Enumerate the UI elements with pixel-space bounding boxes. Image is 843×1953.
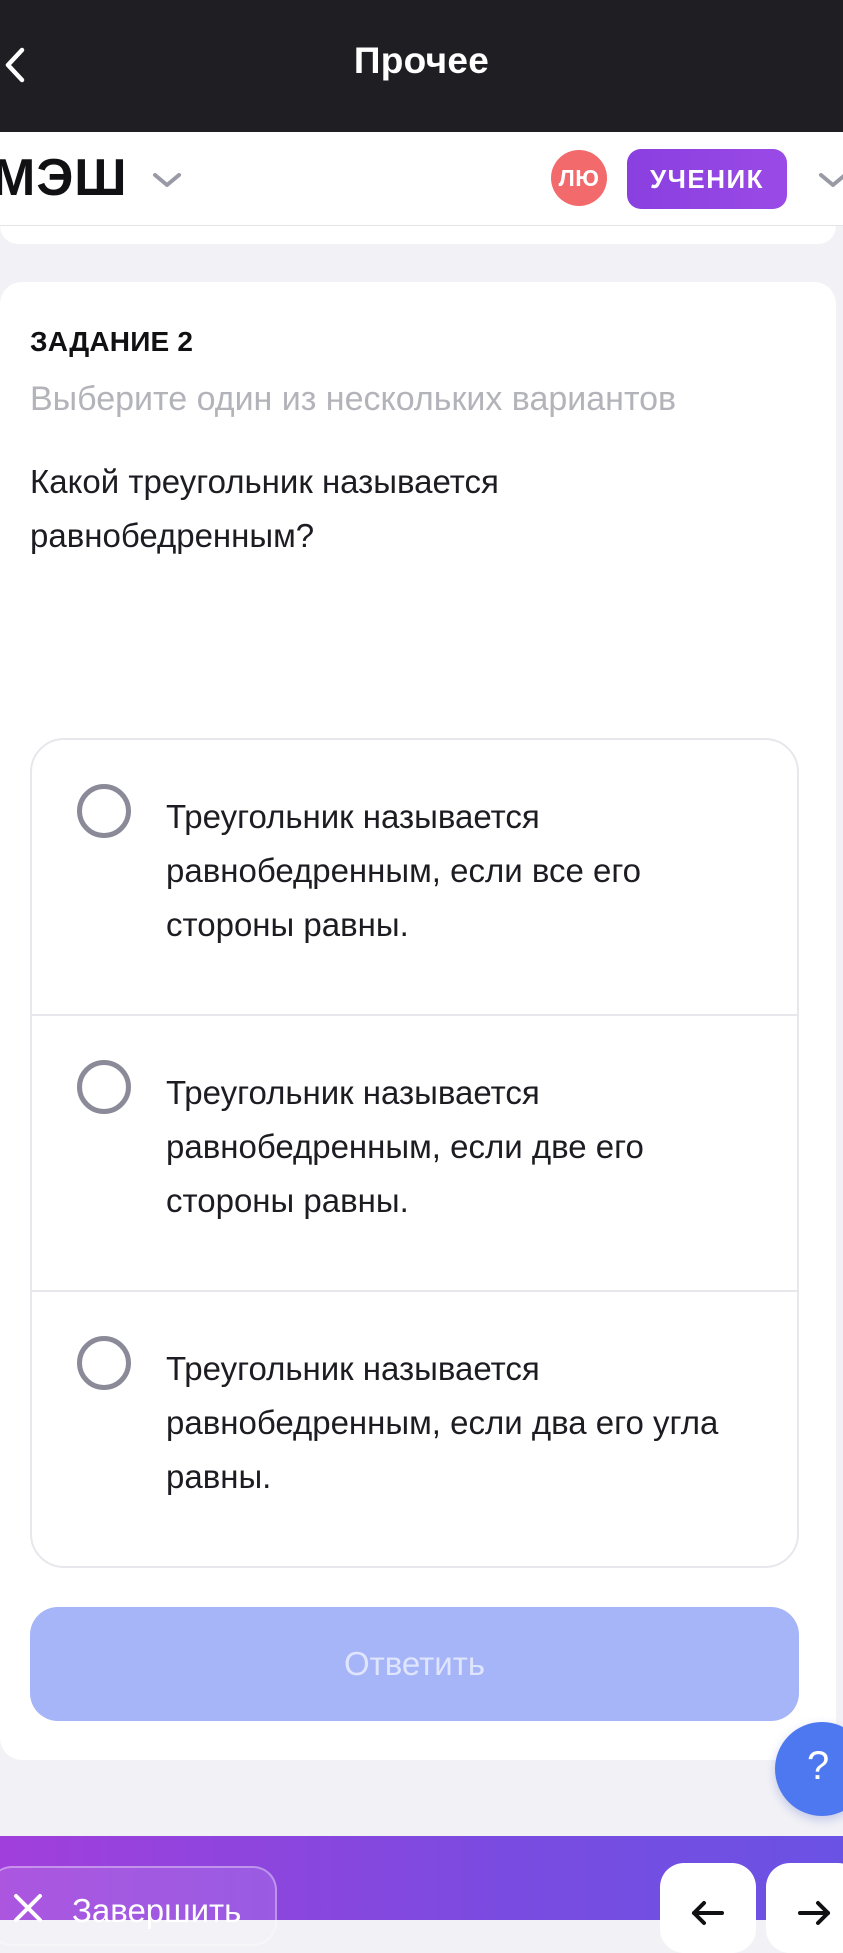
previous-card-edge — [0, 226, 836, 244]
answer-option-text: Треугольник называется равнобедренным, е… — [166, 1074, 644, 1219]
page-title: Прочее — [353, 40, 490, 81]
close-icon — [14, 1894, 42, 1922]
arrow-right-icon — [798, 1901, 830, 1925]
chevron-down-icon[interactable] — [816, 170, 843, 190]
radio-button[interactable] — [77, 1060, 131, 1114]
previous-task-button[interactable] — [660, 1863, 756, 1953]
arrow-left-icon — [692, 1901, 724, 1925]
chevron-down-icon[interactable] — [150, 170, 184, 190]
task-question: Какой треугольник называется равнобедрен… — [30, 463, 499, 554]
task-hint: Выберите один из нескольких вариантов — [30, 380, 677, 418]
answer-option-text: Треугольник называется равнобедренным, е… — [166, 1350, 719, 1495]
finish-button[interactable]: Завершить — [0, 1866, 277, 1946]
answer-option[interactable]: Треугольник называется равнобедренным, е… — [32, 740, 797, 1016]
answer-option[interactable]: Треугольник называется равнобедренным, е… — [32, 1016, 797, 1292]
help-label: ? — [807, 1744, 830, 1788]
next-task-button[interactable] — [766, 1863, 843, 1953]
answer-button[interactable]: Ответить — [30, 1607, 799, 1721]
radio-button[interactable] — [77, 1336, 131, 1390]
answer-option-text: Треугольник называется равнобедренным, е… — [166, 798, 642, 943]
radio-button[interactable] — [77, 784, 131, 838]
answer-option[interactable]: Треугольник называется равнобедренным, е… — [32, 1292, 797, 1566]
finish-label: Завершить — [72, 1892, 242, 1929]
avatar[interactable]: ЛЮ — [551, 150, 607, 206]
task-number: ЗАДАНИЕ 2 — [30, 326, 194, 357]
role-badge[interactable]: УЧЕНИК — [627, 149, 787, 209]
app-top-bar: Прочее — [0, 0, 843, 132]
answer-options: Треугольник называется равнобедренным, е… — [30, 738, 799, 1568]
logo[interactable]: МЭШ — [0, 148, 128, 208]
